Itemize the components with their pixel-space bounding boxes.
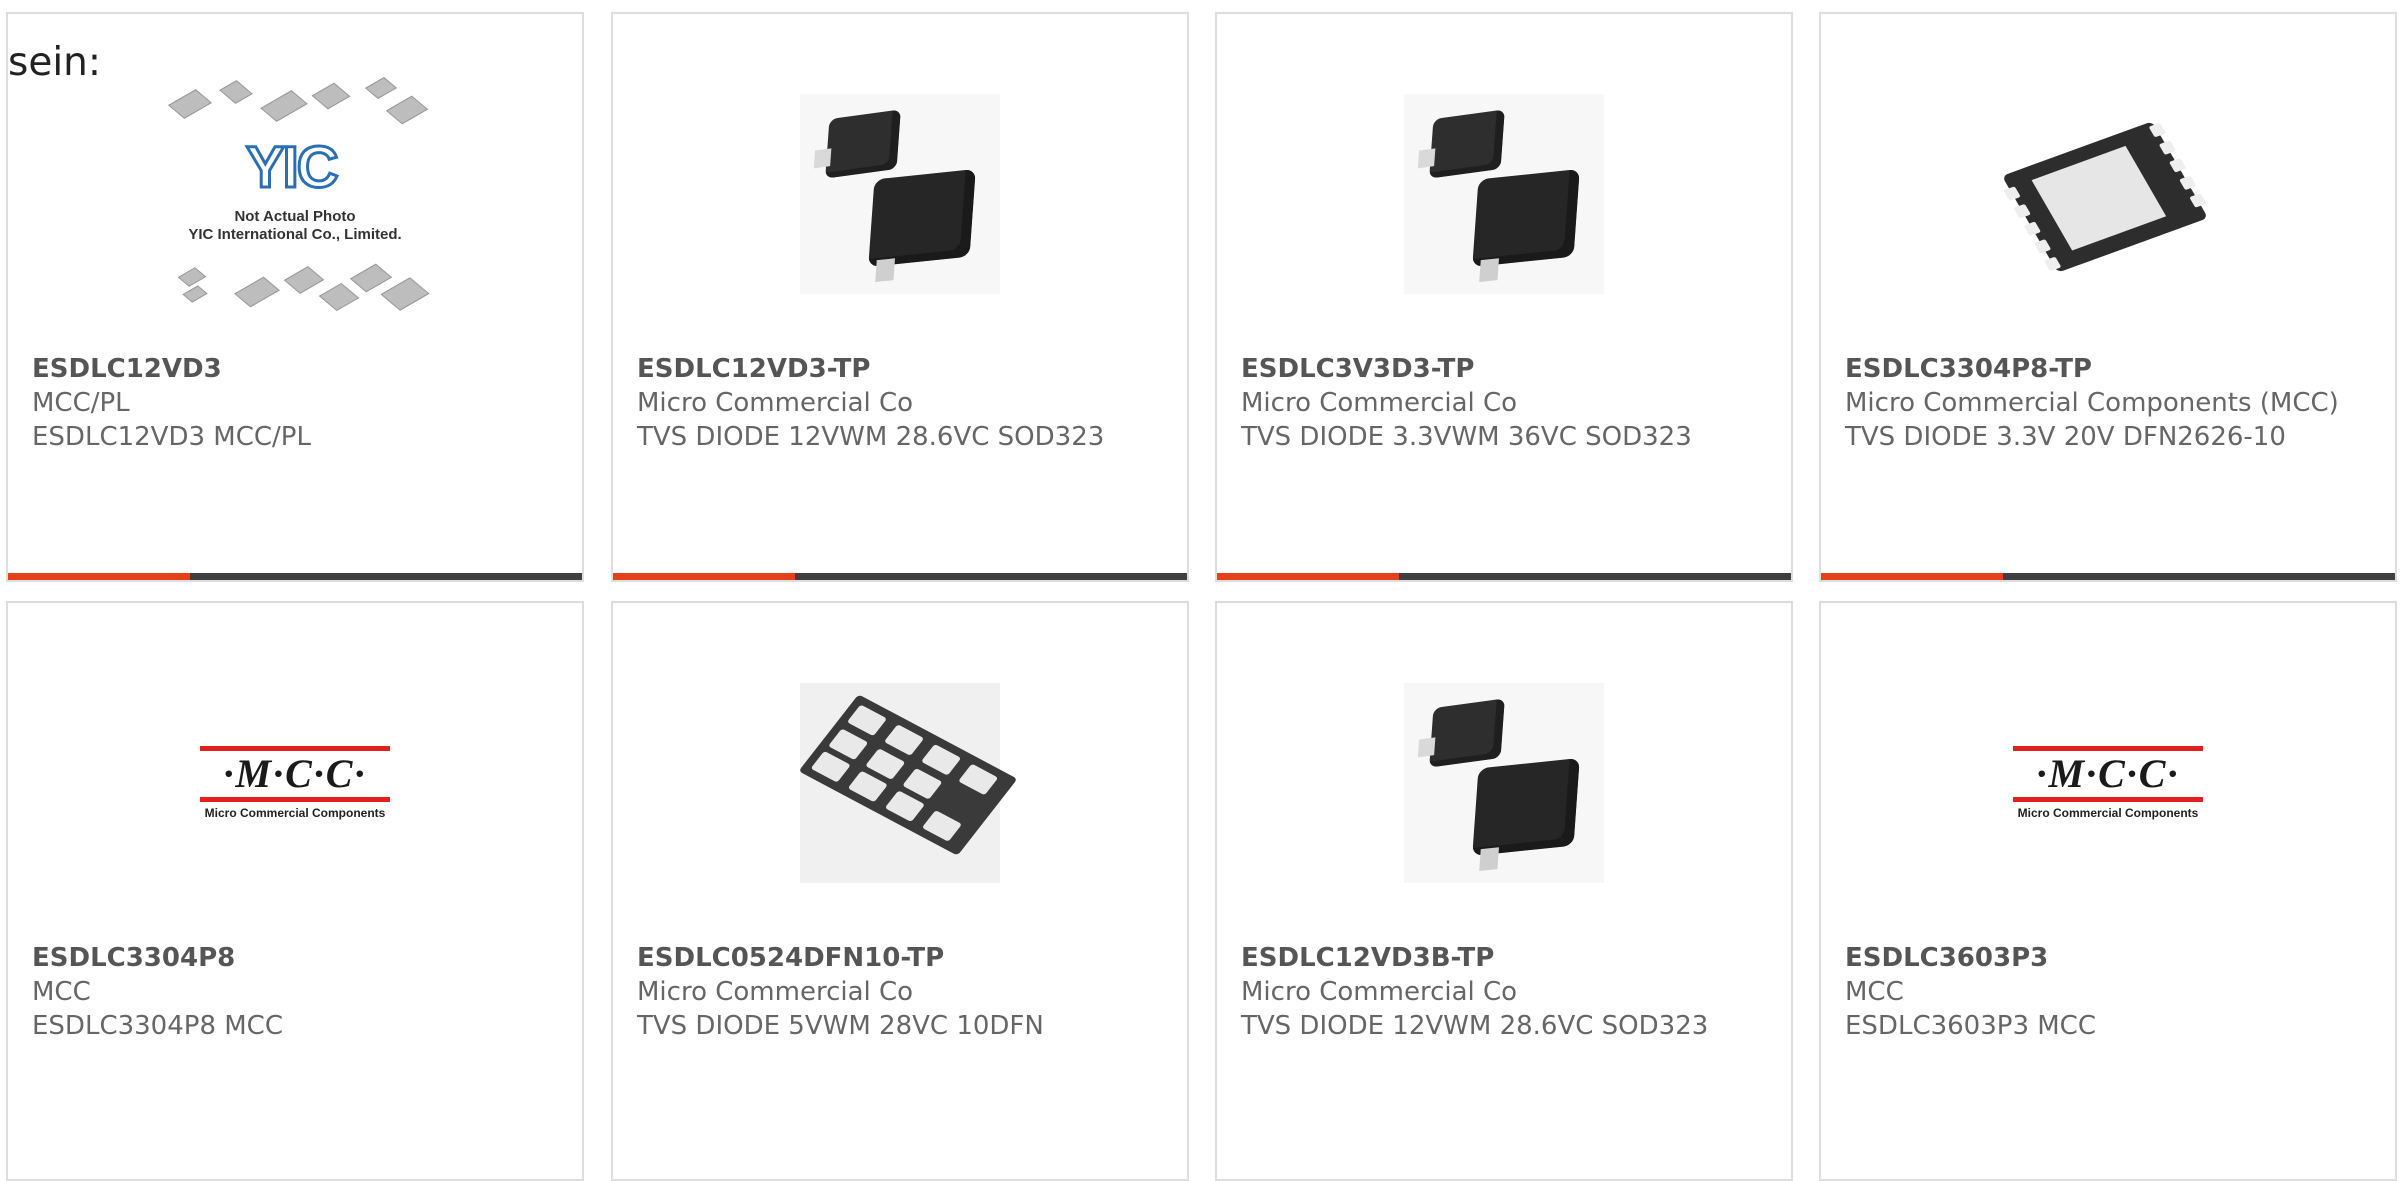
product-card[interactable]: ESDLC0524DFN10-TP Micro Commercial Co TV… [611,601,1189,1181]
product-info: ESDLC3304P8 MCC ESDLC3304P8 MCC [32,941,562,1043]
product-info: ESDLC12VD3-TP Micro Commercial Co TVS DI… [637,352,1167,454]
product-info: ESDLC12VD3 MCC/PL ESDLC12VD3 MCC/PL [32,352,562,454]
part-number[interactable]: ESDLC12VD3B-TP [1241,941,1771,975]
image-note: Not Actual Photo YIC International Co., … [188,208,402,243]
product-image-mcc-logo[interactable]: ·M·C·C· Micro Commercial Components [1821,673,2395,893]
product-image-placeholder[interactable]: YIC Not Actual Photo YIC International C… [8,77,582,312]
product-info: ESDLC0524DFN10-TP Micro Commercial Co TV… [637,941,1167,1043]
manufacturer: Micro Commercial Co [1241,977,1518,1007]
card-accent-bar [613,573,1187,580]
yic-logo: YIC [245,134,341,202]
manufacturer: Micro Commercial Components (MCC) [1845,388,2339,418]
product-image-sod323[interactable] [1217,84,1791,304]
product-info: ESDLC3304P8-TP Micro Commercial Componen… [1845,352,2375,454]
manufacturer: Micro Commercial Co [637,388,914,418]
lead-text: sein: [8,40,102,85]
description: ESDLC3304P8 MCC [32,1011,283,1041]
mcc-logo-subtitle: Micro Commercial Components [2017,806,2199,820]
description: TVS DIODE 12VWM 28.6VC SOD323 [637,422,1105,452]
description: TVS DIODE 3.3V 20V DFN2626-10 [1845,422,2286,452]
product-info: ESDLC3V3D3-TP Micro Commercial Co TVS DI… [1241,352,1771,454]
product-card[interactable]: ·M·C·C· Micro Commercial Components ESDL… [1819,601,2397,1181]
product-card[interactable]: ESDLC12VD3-TP Micro Commercial Co TVS DI… [611,12,1189,582]
product-image-dfn[interactable] [1821,84,2395,304]
mcc-logo: ·M·C·C· [223,751,367,796]
manufacturer: MCC [32,977,91,1007]
manufacturer: MCC [1845,977,1904,1007]
product-info: ESDLC3603P3 MCC ESDLC3603P3 MCC [1845,941,2375,1043]
manufacturer: MCC/PL [32,388,130,418]
product-info: ESDLC12VD3B-TP Micro Commercial Co TVS D… [1241,941,1771,1043]
product-image-sod323[interactable] [1217,673,1791,893]
description: TVS DIODE 3.3VWM 36VC SOD323 [1241,422,1692,452]
card-accent-bar [8,573,582,580]
description: ESDLC3603P3 MCC [1845,1011,2096,1041]
part-number[interactable]: ESDLC3304P8 [32,941,562,975]
description: TVS DIODE 12VWM 28.6VC SOD323 [1241,1011,1709,1041]
part-number[interactable]: ESDLC12VD3 [32,352,562,386]
mcc-logo-subtitle: Micro Commercial Components [204,806,386,820]
description: TVS DIODE 5VWM 28VC 10DFN [637,1011,1044,1041]
product-card[interactable]: ESDLC3V3D3-TP Micro Commercial Co TVS DI… [1215,12,1793,582]
part-number[interactable]: ESDLC3304P8-TP [1845,352,2375,386]
product-card[interactable]: YIC Not Actual Photo YIC International C… [6,12,584,582]
part-number[interactable]: ESDLC3603P3 [1845,941,2375,975]
manufacturer: Micro Commercial Co [1241,388,1518,418]
part-number[interactable]: ESDLC3V3D3-TP [1241,352,1771,386]
card-accent-bar [1821,573,2395,580]
part-number[interactable]: ESDLC0524DFN10-TP [637,941,1167,975]
mcc-logo: ·M·C·C· [2036,751,2180,796]
description: ESDLC12VD3 MCC/PL [32,422,311,452]
manufacturer: Micro Commercial Co [637,977,914,1007]
card-accent-bar [1217,573,1791,580]
product-card[interactable]: ESDLC3304P8-TP Micro Commercial Componen… [1819,12,2397,582]
product-card[interactable]: ESDLC12VD3B-TP Micro Commercial Co TVS D… [1215,601,1793,1181]
product-card[interactable]: ·M·C·C· Micro Commercial Components ESDL… [6,601,584,1181]
part-number[interactable]: ESDLC12VD3-TP [637,352,1167,386]
product-image-ulga[interactable] [613,673,1187,893]
product-image-sod323[interactable] [613,84,1187,304]
product-image-mcc-logo[interactable]: ·M·C·C· Micro Commercial Components [8,673,582,893]
